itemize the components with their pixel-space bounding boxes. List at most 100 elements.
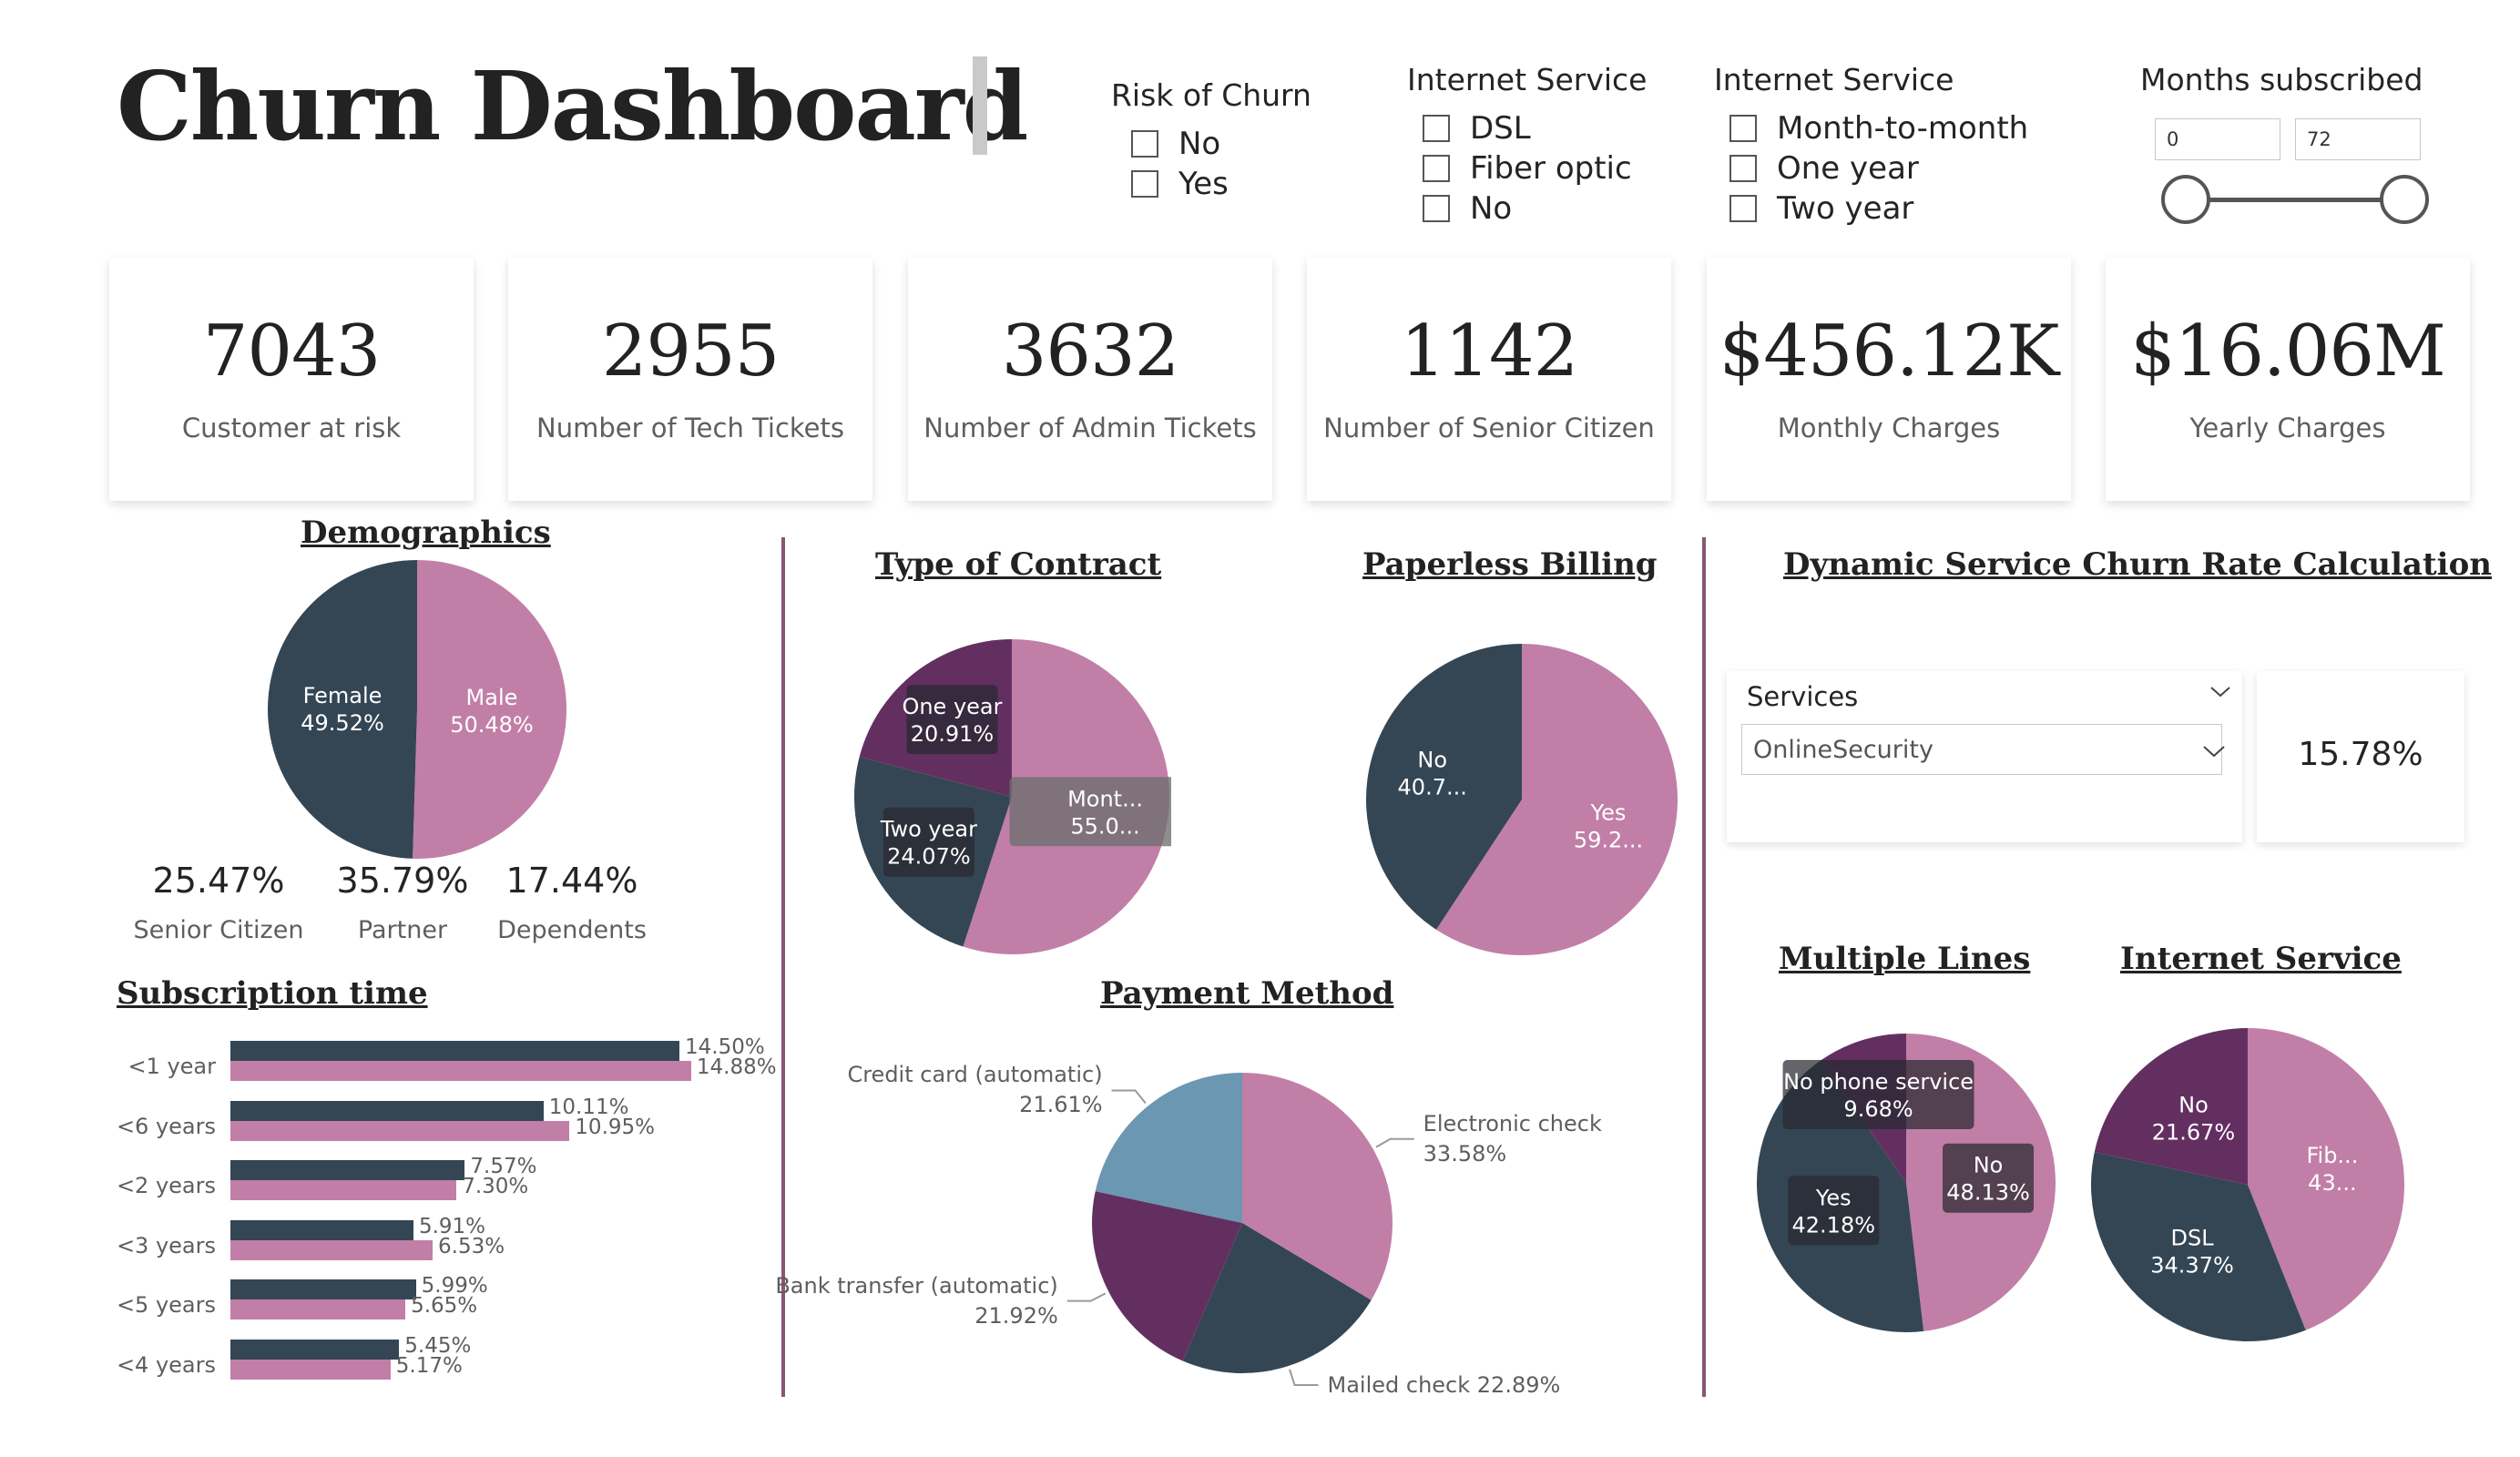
- payment-leader-line: [1111, 1089, 1147, 1105]
- slicer-internet-option-no[interactable]: No: [1423, 188, 1632, 229]
- bar-category-label: <3 years: [116, 1232, 216, 1258]
- multiple-lines-pie[interactable]: No48.13% Yes42.18% No phone service9.68%: [1755, 1032, 2057, 1334]
- slicer-contract-option-one-year[interactable]: One year: [1729, 148, 2028, 188]
- kpi-value: 7043: [202, 311, 382, 392]
- checkbox[interactable]: [1131, 170, 1158, 198]
- bar-churned[interactable]: [230, 1100, 544, 1121]
- slicer-contract-option-two-year[interactable]: Two year: [1729, 188, 2028, 229]
- senior-citizen-label: Senior Citizen: [133, 916, 304, 944]
- bar-churned[interactable]: [230, 1340, 400, 1360]
- subscription-title: Subscription time: [117, 975, 428, 1012]
- bar-retained[interactable]: [230, 1180, 457, 1201]
- svg-text:No phone service: No phone service: [1783, 1069, 1974, 1095]
- svg-text:No: No: [1417, 748, 1447, 773]
- kpi-card-customers: 7043 Customer at risk: [109, 258, 474, 501]
- checkbox[interactable]: [1423, 195, 1450, 222]
- svg-text:Female: Female: [303, 683, 383, 708]
- payment-leader-line: [1375, 1137, 1414, 1148]
- months-min-input[interactable]: 0: [2155, 118, 2280, 160]
- slicer-internet-options: DSL Fiber optic No: [1423, 108, 1632, 229]
- internet-service-pie[interactable]: Fib...43... DSL34.37% No21.67%: [2089, 1026, 2406, 1343]
- paperless-title: Paperless Billing: [1362, 546, 1658, 583]
- bar-data-label: 5.17%: [395, 1354, 463, 1378]
- svg-text:Yes: Yes: [1815, 1185, 1852, 1210]
- bar-category-label: <5 years: [116, 1292, 216, 1319]
- title-text-cursor: [973, 56, 987, 155]
- paperless-pie[interactable]: Yes59.2... No40.7...: [1364, 642, 1679, 957]
- kpi-value: $456.12K: [1719, 311, 2060, 392]
- slicer-internet-option-dsl[interactable]: DSL: [1423, 108, 1632, 148]
- checkbox[interactable]: [1729, 155, 1757, 182]
- services-dropdown[interactable]: OnlineSecurity: [1741, 724, 2222, 775]
- svg-text:20.91%: 20.91%: [911, 721, 995, 747]
- bar-category-label: <1 year: [128, 1054, 216, 1079]
- bar-data-label: 6.53%: [438, 1234, 505, 1258]
- bar-retained[interactable]: [230, 1239, 434, 1260]
- slicer-contract-options: Month-to-month One year Two year: [1729, 108, 2028, 229]
- svg-text:9.68%: 9.68%: [1843, 1096, 1913, 1122]
- months-slider-min-handle[interactable]: [2161, 175, 2210, 224]
- svg-text:55.0...: 55.0...: [1070, 813, 1139, 839]
- bar-churned[interactable]: [230, 1279, 416, 1300]
- kpi-label: Customer at risk: [181, 413, 402, 443]
- bar-churned[interactable]: [230, 1160, 465, 1181]
- slicer-months-title: Months subscribed: [2140, 62, 2423, 97]
- months-max-input[interactable]: 72: [2295, 118, 2421, 160]
- bar-category-label: <6 years: [116, 1113, 216, 1139]
- svg-text:Yes: Yes: [1590, 800, 1627, 825]
- demographics-pie[interactable]: Male50.48% Female49.52%: [266, 558, 568, 861]
- bar-data-label: 14.88%: [696, 1055, 777, 1079]
- checkbox[interactable]: [1131, 130, 1158, 158]
- dropdown-chevron-icon[interactable]: [2202, 744, 2226, 762]
- bar-churned[interactable]: [230, 1219, 413, 1240]
- bar-retained[interactable]: [230, 1299, 406, 1320]
- slicer-contract-option-month[interactable]: Month-to-month: [1729, 108, 2028, 148]
- contract-data-label: One year20.91%: [902, 685, 1003, 755]
- bar-retained[interactable]: [230, 1120, 570, 1141]
- bar-retained[interactable]: [230, 1360, 391, 1380]
- demographics-title: Demographics: [301, 515, 551, 551]
- kpi-value: 1142: [1400, 311, 1579, 392]
- bar-data-label: 10.95%: [575, 1115, 655, 1139]
- contract-title: Type of Contract: [875, 546, 1162, 583]
- svg-text:Mont...: Mont...: [1067, 786, 1143, 811]
- kpi-label: Number of Senior Citizen: [1323, 413, 1655, 443]
- kpi-value: 3632: [1001, 311, 1180, 392]
- checkbox[interactable]: [1423, 155, 1450, 182]
- slicer-internet-title: Internet Service: [1407, 62, 1648, 97]
- svg-text:One year: One year: [902, 694, 1002, 719]
- svg-text:50.48%: 50.48%: [450, 712, 534, 738]
- checkbox[interactable]: [1423, 115, 1450, 142]
- bar-category-label: <4 years: [116, 1352, 216, 1378]
- months-slider-max-handle[interactable]: [2380, 175, 2429, 224]
- checkbox[interactable]: [1729, 115, 1757, 142]
- multiple-lines-title: Multiple Lines: [1779, 941, 2031, 977]
- chevron-down-icon[interactable]: [2209, 685, 2230, 703]
- slicer-internet-option-fiber[interactable]: Fiber optic: [1423, 148, 1632, 188]
- svg-text:21.67%: 21.67%: [2152, 1119, 2236, 1145]
- multiple_lines-data-label: No48.13%: [1943, 1143, 2035, 1213]
- internet-service-title: Internet Service: [2120, 941, 2402, 977]
- slicer-risk-option-yes[interactable]: Yes: [1131, 164, 1229, 204]
- payment-leader-line: [1066, 1292, 1107, 1302]
- services-label: Services: [1747, 681, 1859, 712]
- svg-text:No: No: [2178, 1092, 2209, 1117]
- months-slider-track[interactable]: [2186, 198, 2404, 202]
- svg-text:DSL: DSL: [2170, 1225, 2214, 1250]
- payment-pie[interactable]: [1066, 1071, 1414, 1386]
- kpi-label: Monthly Charges: [1777, 413, 2001, 443]
- contract-pie[interactable]: Mont...55.0... Two year24.07% One year20.9…: [852, 637, 1171, 956]
- svg-text:34.37%: 34.37%: [2150, 1252, 2234, 1278]
- svg-text:Male: Male: [466, 685, 518, 710]
- svg-text:40.7...: 40.7...: [1398, 775, 1467, 800]
- bar-retained[interactable]: [230, 1061, 691, 1081]
- section-divider-left: [781, 537, 785, 1397]
- svg-text:49.52%: 49.52%: [301, 710, 384, 736]
- slicer-risk-option-no[interactable]: No: [1131, 124, 1229, 164]
- contract-data-label: Two year24.07%: [880, 807, 977, 877]
- bar-churned[interactable]: [230, 1041, 679, 1061]
- checkbox[interactable]: [1729, 195, 1757, 222]
- svg-text:59.2...: 59.2...: [1574, 827, 1643, 852]
- contract-data-label: Mont...55.0...: [1009, 777, 1171, 847]
- kpi-label: Yearly Charges: [2189, 413, 2386, 443]
